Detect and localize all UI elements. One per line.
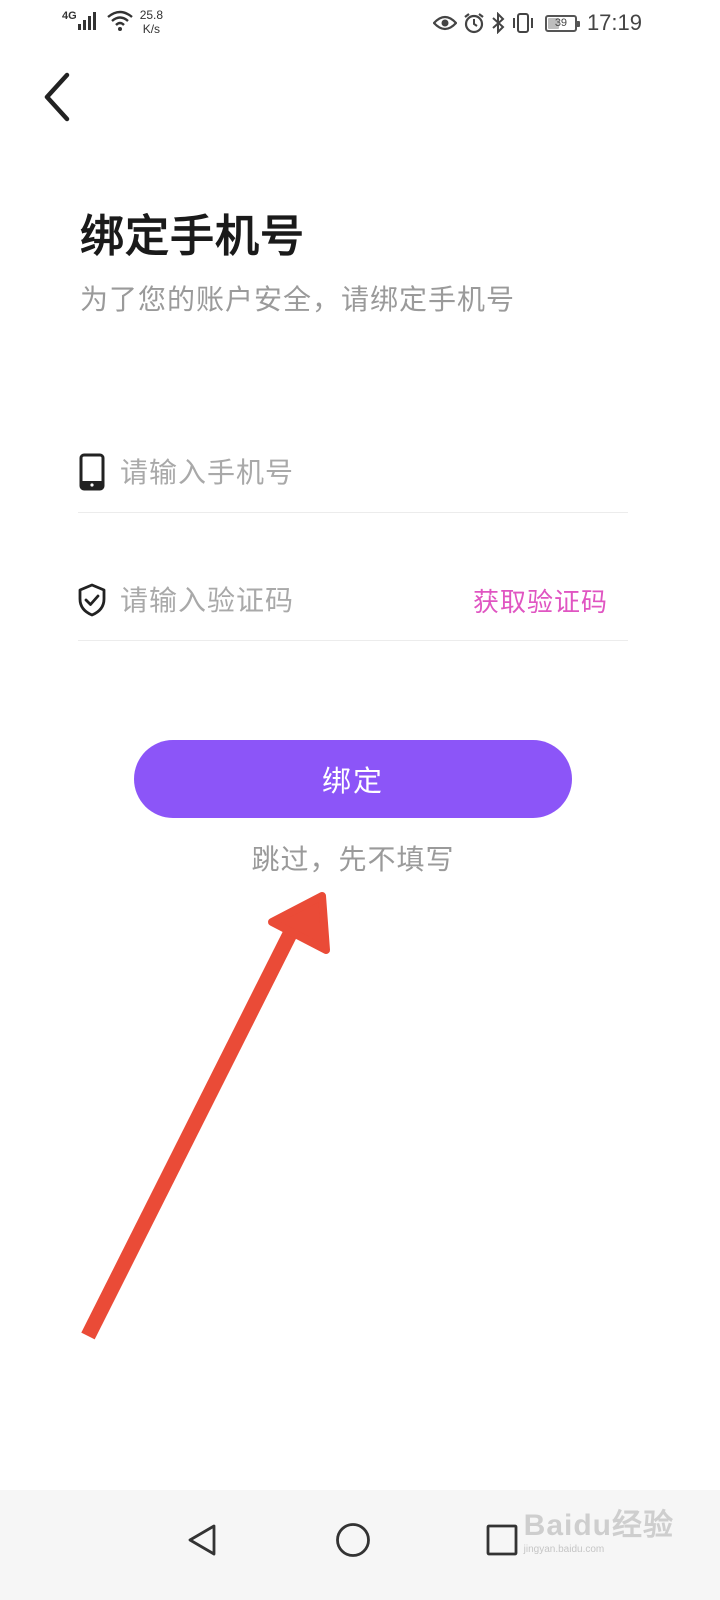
chevron-left-icon xyxy=(44,72,70,122)
nav-recent-icon xyxy=(486,1524,518,1556)
status-bar: 4G 25.8 K/s 39 17:19 xyxy=(0,0,720,48)
network-type: 4G xyxy=(62,10,77,22)
signal-icon xyxy=(77,8,98,30)
status-time: 17:19 xyxy=(586,10,642,35)
watermark-url: jingyan.baidu.com xyxy=(523,1544,605,1555)
vibrate-icon xyxy=(512,13,533,33)
get-code-button[interactable]: 获取验证码 xyxy=(473,582,608,619)
nav-home-icon xyxy=(336,1523,370,1557)
bluetooth-icon xyxy=(492,12,505,34)
net-speed-value: 25.8 xyxy=(139,8,164,22)
code-field-row: 获取验证码 xyxy=(78,560,628,641)
eye-icon xyxy=(432,15,457,31)
verification-code-input[interactable] xyxy=(120,583,473,617)
nav-back-button[interactable] xyxy=(172,1510,232,1570)
nav-back-icon xyxy=(188,1524,216,1556)
status-bar-left: 4G 25.8 K/s xyxy=(62,8,163,36)
net-speed: 25.8 K/s xyxy=(140,8,163,36)
phone-input[interactable] xyxy=(120,455,628,489)
battery-level: 39 xyxy=(554,16,568,29)
wifi-icon xyxy=(106,10,133,31)
bind-button[interactable]: 绑定 xyxy=(134,740,572,818)
page-title: 绑定手机号 xyxy=(80,211,305,262)
phone-field-row xyxy=(78,432,628,513)
status-bar-right: 39 17:19 xyxy=(427,10,642,36)
alarm-icon xyxy=(464,13,484,34)
page-subtitle: 为了您的账户安全，请绑定手机号 xyxy=(80,283,516,316)
battery-icon: 39 xyxy=(544,14,580,32)
shield-check-icon xyxy=(78,580,106,620)
baidu-watermark: Baidu经验 jingyan.baidu.com xyxy=(524,1500,674,1555)
bind-phone-screen: 4G 25.8 K/s 39 17:19 绑定手机号 为了您的账户安全，请绑定手… xyxy=(0,0,720,1600)
net-speed-unit: K/s xyxy=(142,22,161,36)
nav-home-button[interactable] xyxy=(323,1510,383,1570)
skip-link[interactable]: 跳过，先不填写 xyxy=(0,838,706,878)
phone-icon xyxy=(78,452,106,492)
watermark-logo: Baidu经验 xyxy=(523,1509,674,1542)
back-button[interactable] xyxy=(30,70,84,124)
